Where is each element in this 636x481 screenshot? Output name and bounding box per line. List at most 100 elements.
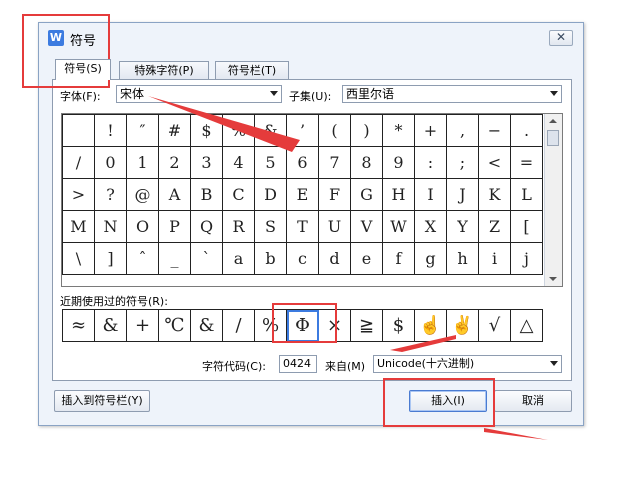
- symbol-cell[interactable]: Z: [478, 210, 511, 243]
- symbol-cell[interactable]: 8: [350, 146, 383, 179]
- symbol-cell[interactable]: W: [382, 210, 415, 243]
- subset-select[interactable]: 西里尔语: [342, 85, 562, 103]
- symbol-cell[interactable]: ;: [446, 146, 479, 179]
- symbol-cell[interactable]: D: [254, 178, 287, 211]
- symbol-cell[interactable]: S: [254, 210, 287, 243]
- symbol-cell[interactable]: L: [510, 178, 543, 211]
- symbol-cell[interactable]: ): [350, 114, 383, 147]
- recent-symbol-cell[interactable]: ☝: [414, 309, 447, 342]
- symbol-cell[interactable]: %: [222, 114, 255, 147]
- symbol-cell[interactable]: #: [158, 114, 191, 147]
- symbol-cell[interactable]: <: [478, 146, 511, 179]
- symbol-cell[interactable]: *: [382, 114, 415, 147]
- recent-symbol-cell[interactable]: ≧: [350, 309, 383, 342]
- recent-symbol-cell[interactable]: &: [190, 309, 223, 342]
- symbol-cell[interactable]: −: [478, 114, 511, 147]
- symbol-cell[interactable]: $: [190, 114, 223, 147]
- symbol-cell[interactable]: U: [318, 210, 351, 243]
- symbol-cell[interactable]: I: [414, 178, 447, 211]
- symbol-cell[interactable]: T: [286, 210, 319, 243]
- recent-symbol-cell[interactable]: ℃: [158, 309, 191, 342]
- symbol-cell[interactable]: X: [414, 210, 447, 243]
- symbol-cell[interactable]: E: [286, 178, 319, 211]
- close-button[interactable]: ✕: [549, 30, 573, 46]
- symbol-cell[interactable]: >: [62, 178, 95, 211]
- symbol-cell[interactable]: /: [62, 146, 95, 179]
- symbol-cell[interactable]: R: [222, 210, 255, 243]
- recent-symbol-cell[interactable]: ≈: [62, 309, 95, 342]
- symbol-cell[interactable]: &: [254, 114, 287, 147]
- symbol-cell[interactable]: d: [318, 242, 351, 275]
- scroll-down-arrow-icon[interactable]: [549, 277, 557, 281]
- font-select[interactable]: 宋体: [116, 85, 282, 103]
- recent-symbol-cell[interactable]: +: [126, 309, 159, 342]
- symbol-cell[interactable]: a: [222, 242, 255, 275]
- symbol-cell[interactable]: 3: [190, 146, 223, 179]
- symbol-cell[interactable]: h: [446, 242, 479, 275]
- symbol-cell[interactable]: =: [510, 146, 543, 179]
- recent-symbol-cell[interactable]: √: [478, 309, 511, 342]
- symbol-cell[interactable]: f: [382, 242, 415, 275]
- symbol-cell[interactable]: 1: [126, 146, 159, 179]
- symbol-cell[interactable]: [62, 114, 95, 147]
- symbol-cell[interactable]: ˋ: [190, 242, 223, 275]
- recent-symbol-cell[interactable]: $: [382, 309, 415, 342]
- symbol-cell[interactable]: 0: [94, 146, 127, 179]
- symbol-cell[interactable]: 7: [318, 146, 351, 179]
- symbol-cell[interactable]: H: [382, 178, 415, 211]
- symbol-cell[interactable]: b: [254, 242, 287, 275]
- tab-symbol-bar[interactable]: 符号栏(T): [215, 61, 289, 79]
- symbol-cell[interactable]: ″: [126, 114, 159, 147]
- symbol-cell[interactable]: \: [62, 242, 95, 275]
- symbol-cell[interactable]: [: [510, 210, 543, 243]
- symbol-cell[interactable]: V: [350, 210, 383, 243]
- symbol-cell[interactable]: (: [318, 114, 351, 147]
- symbol-cell[interactable]: ˆ: [126, 242, 159, 275]
- symbol-cell[interactable]: 9: [382, 146, 415, 179]
- symbol-cell[interactable]: N: [94, 210, 127, 243]
- scroll-up-arrow-icon[interactable]: [549, 119, 557, 123]
- symbol-cell[interactable]: ?: [94, 178, 127, 211]
- symbol-grid-scrollbar[interactable]: [544, 114, 562, 286]
- symbol-cell[interactable]: 5: [254, 146, 287, 179]
- char-code-input[interactable]: 0424: [279, 355, 317, 373]
- symbol-cell[interactable]: e: [350, 242, 383, 275]
- symbol-cell[interactable]: Q: [190, 210, 223, 243]
- symbol-cell[interactable]: G: [350, 178, 383, 211]
- insert-button[interactable]: 插入(I): [409, 390, 487, 412]
- symbol-cell[interactable]: :: [414, 146, 447, 179]
- recent-symbol-cell[interactable]: &: [94, 309, 127, 342]
- symbol-cell[interactable]: 6: [286, 146, 319, 179]
- symbol-cell[interactable]: C: [222, 178, 255, 211]
- cancel-button[interactable]: 取消: [494, 390, 572, 412]
- symbol-cell[interactable]: i: [478, 242, 511, 275]
- symbol-cell[interactable]: B: [190, 178, 223, 211]
- insert-to-symbol-bar-button[interactable]: 插入到符号栏(Y): [54, 390, 150, 412]
- symbol-cell[interactable]: ,: [446, 114, 479, 147]
- symbol-cell[interactable]: 4: [222, 146, 255, 179]
- symbol-cell[interactable]: j: [510, 242, 543, 275]
- scrollbar-thumb[interactable]: [547, 130, 559, 146]
- symbol-cell[interactable]: !: [94, 114, 127, 147]
- symbol-cell[interactable]: J: [446, 178, 479, 211]
- symbol-cell[interactable]: +: [414, 114, 447, 147]
- from-select[interactable]: Unicode(十六进制): [373, 355, 562, 373]
- symbol-cell[interactable]: Y: [446, 210, 479, 243]
- recent-symbol-cell[interactable]: Φ: [286, 309, 319, 342]
- symbol-cell[interactable]: O: [126, 210, 159, 243]
- symbol-cell[interactable]: P: [158, 210, 191, 243]
- symbol-cell[interactable]: F: [318, 178, 351, 211]
- recent-symbol-cell[interactable]: /: [222, 309, 255, 342]
- symbol-cell[interactable]: ]: [94, 242, 127, 275]
- tab-symbols[interactable]: 符号(S): [55, 59, 111, 80]
- symbol-cell[interactable]: A: [158, 178, 191, 211]
- symbol-cell[interactable]: 2: [158, 146, 191, 179]
- symbol-cell[interactable]: ’: [286, 114, 319, 147]
- recent-symbol-cell[interactable]: △: [510, 309, 543, 342]
- symbol-cell[interactable]: _: [158, 242, 191, 275]
- recent-symbol-cell[interactable]: ×: [318, 309, 351, 342]
- tab-special-characters[interactable]: 特殊字符(P): [119, 61, 209, 79]
- symbol-cell[interactable]: .: [510, 114, 543, 147]
- recent-symbol-cell[interactable]: %: [254, 309, 287, 342]
- symbol-cell[interactable]: @: [126, 178, 159, 211]
